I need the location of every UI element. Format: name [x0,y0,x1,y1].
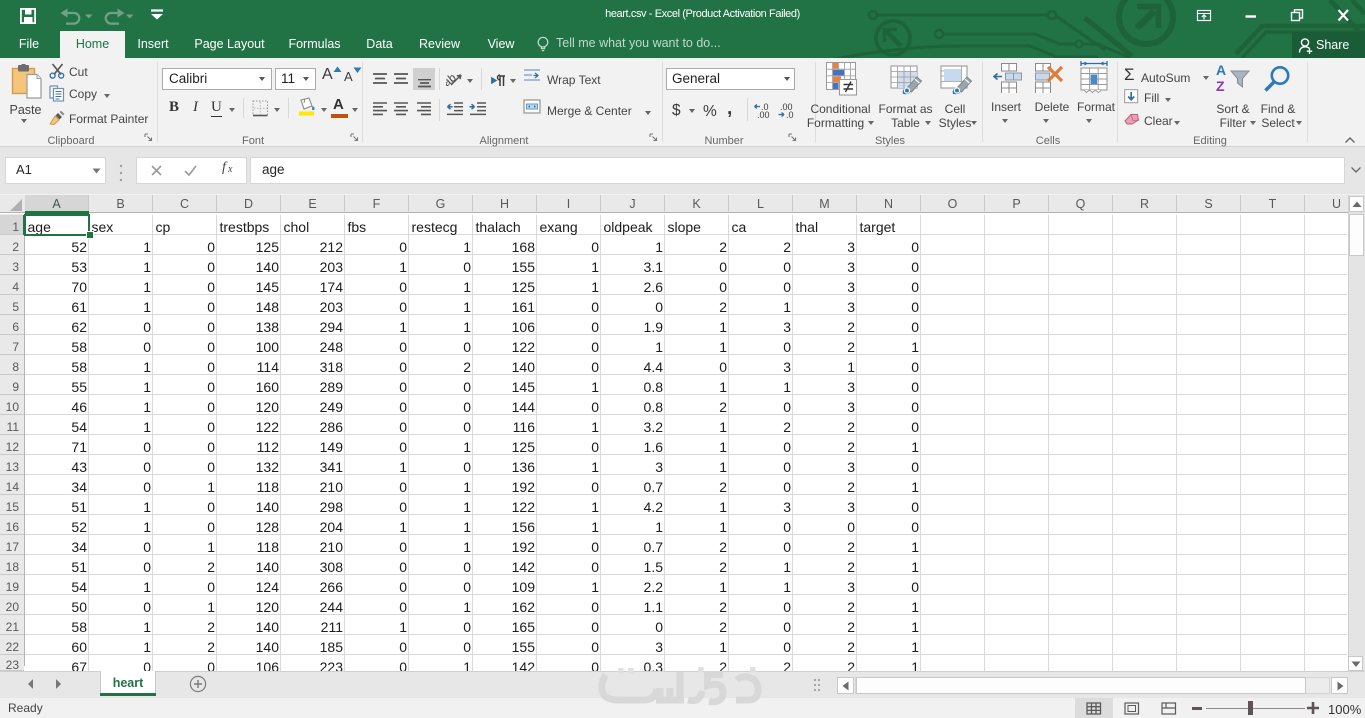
svg-text:Z: Z [1216,78,1225,94]
svg-text:.00: .00 [757,110,770,118]
svg-text:A: A [1216,62,1226,78]
